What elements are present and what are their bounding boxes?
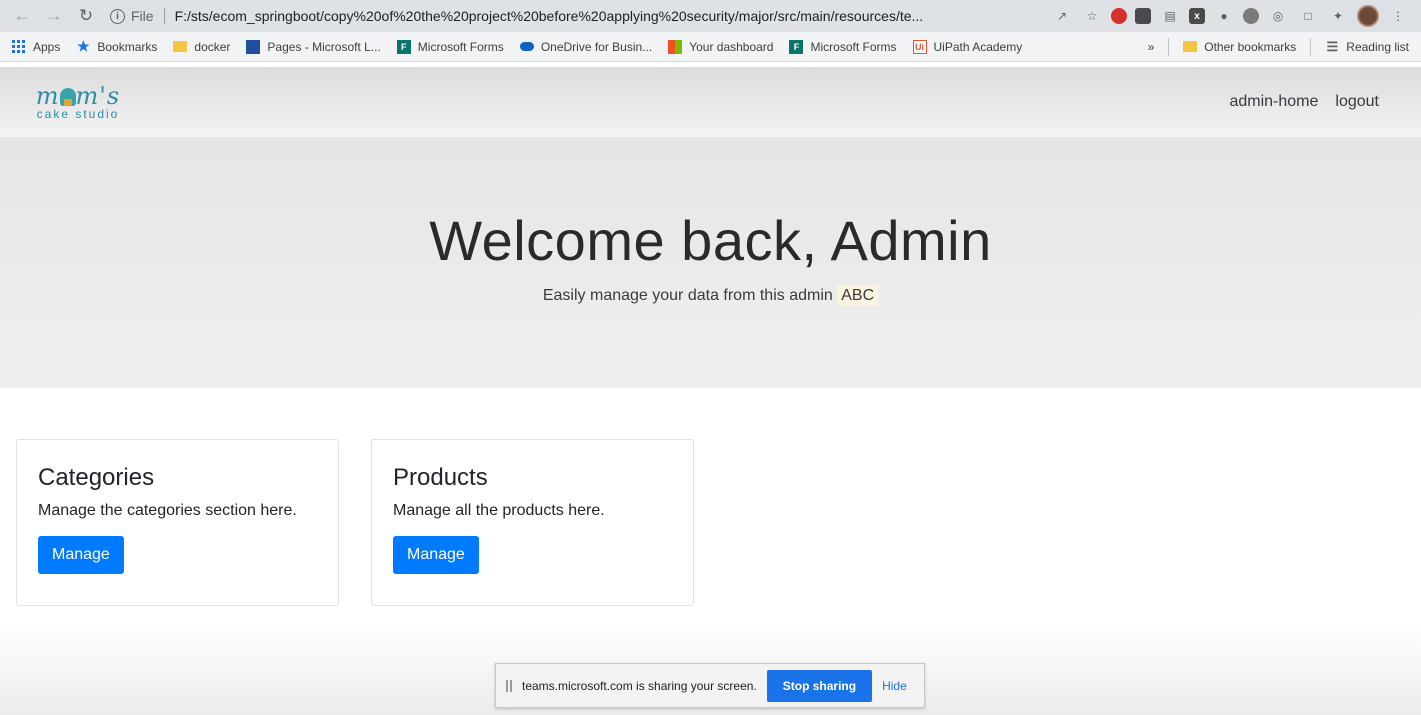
bookmark-label: OneDrive for Busin... (540, 39, 653, 54)
more-bookmarks-button[interactable]: » (1148, 40, 1155, 54)
uipath-icon: Ui (912, 39, 927, 54)
info-icon: i (110, 8, 125, 24)
hide-button[interactable]: Hide (882, 679, 907, 693)
products-card: Products Manage all the products here. M… (371, 439, 694, 606)
menu-icon[interactable]: ⋮ (1387, 5, 1409, 27)
manage-categories-button[interactable]: Manage (38, 536, 124, 574)
stop-sharing-button[interactable]: Stop sharing (766, 669, 873, 702)
nav-links: admin-home logout (1229, 93, 1379, 111)
bookmark-docker[interactable]: docker (173, 40, 230, 54)
extension-icon[interactable] (1243, 8, 1259, 24)
other-bookmarks-label: Other bookmarks (1204, 39, 1297, 54)
document-icon[interactable]: ▤ (1159, 5, 1181, 27)
admin-home-link[interactable]: admin-home (1229, 93, 1318, 111)
card-row: Categories Manage the categories section… (0, 388, 1421, 606)
bookmark-pages[interactable]: Pages - Microsoft L... (246, 39, 381, 54)
x-extension-icon[interactable]: x (1189, 8, 1205, 24)
bookmarks-bar: Apps ★ Bookmarks docker Pages - Microsof… (0, 32, 1421, 62)
cupcake-icon (59, 88, 76, 106)
hero-jumbotron: Welcome back, Admin Easily manage your d… (0, 137, 1421, 388)
folder-icon (173, 41, 188, 52)
logo-subtitle: cake studio (36, 107, 120, 121)
card-title: Products (393, 464, 488, 491)
bookmark-label: UiPath Academy (933, 39, 1023, 54)
extension-icon[interactable]: ◎ (1267, 5, 1289, 27)
site-info[interactable]: i File (110, 8, 165, 24)
folder-icon (1183, 41, 1198, 52)
forward-icon[interactable]: → (40, 2, 68, 30)
onedrive-icon (519, 42, 534, 51)
logout-link[interactable]: logout (1335, 93, 1379, 111)
hero-subtitle-text: Easily manage your data from this admin (542, 287, 833, 304)
card-text: Manage all the products here. (393, 502, 605, 519)
drag-handle-icon[interactable] (506, 679, 512, 692)
bookmark-uipath[interactable]: Ui UiPath Academy (912, 39, 1023, 54)
back-icon[interactable]: ← (8, 2, 36, 30)
web-page: m m's cake studio admin-home logout Welco… (0, 67, 1421, 715)
bookmark-onedrive[interactable]: OneDrive for Busin... (519, 39, 653, 54)
card-title: Categories (38, 464, 155, 491)
reading-list-icon: ☰ (1326, 38, 1339, 54)
bookmark-apps[interactable]: Apps (12, 39, 61, 54)
page-title: Welcome back, Admin (429, 209, 992, 272)
star-icon[interactable]: ☆ (1081, 5, 1103, 27)
divider (1168, 37, 1170, 56)
reload-icon[interactable]: ↻ (72, 2, 100, 30)
puzzle-icon[interactable]: ✦ (1327, 5, 1349, 27)
categories-card: Categories Manage the categories section… (16, 439, 339, 606)
star-icon: ★ (77, 38, 90, 54)
extension-icon[interactable]: ● (1213, 5, 1235, 27)
bookmark-label: docker (194, 39, 231, 54)
site-navbar: m m's cake studio admin-home logout (0, 67, 1421, 137)
profile-avatar[interactable] (1357, 5, 1379, 27)
bookmark-bookmarks[interactable]: ★ Bookmarks (76, 38, 158, 54)
bookmark-label: Bookmarks (97, 39, 158, 54)
apps-grid-icon (12, 39, 26, 54)
bookmarks-right: » Other bookmarks ☰ Reading list (1148, 37, 1409, 56)
browser-toolbar: ← → ↻ i File F:/sts/ecom_springboot/copy… (0, 0, 1421, 32)
address-bar[interactable]: i File F:/sts/ecom_springboot/copy%20of%… (110, 3, 1041, 29)
bookmark-dashboard[interactable]: Your dashboard (668, 39, 774, 54)
logo-main: m m's (35, 82, 121, 110)
bookmark-label: Your dashboard (689, 39, 774, 54)
bookmark-forms-2[interactable]: F Microsoft Forms (789, 39, 897, 54)
bookmark-label: Microsoft Forms (810, 39, 897, 54)
bookmark-forms[interactable]: F Microsoft Forms (396, 39, 504, 54)
admin-name-highlight: ABC (837, 285, 879, 306)
bookmark-label: Microsoft Forms (417, 39, 504, 54)
reading-list-label: Reading list (1346, 39, 1409, 54)
hero-subtitle: Easily manage your data from this admin … (0, 285, 1421, 306)
manage-products-button[interactable]: Manage (393, 536, 479, 574)
extensions-area: ↗ ☆ ▤ x ● ◎ □ ✦ ⋮ (1051, 5, 1413, 27)
divider (1310, 37, 1312, 56)
screen-share-bar: teams.microsoft.com is sharing your scre… (495, 663, 925, 708)
site-logo[interactable]: m m's cake studio (32, 83, 124, 121)
forms-icon: F (396, 39, 411, 54)
url-scheme-label: File (131, 8, 154, 24)
bookmark-label: Apps (33, 39, 61, 54)
other-bookmarks[interactable]: Other bookmarks (1183, 40, 1296, 54)
share-message: teams.microsoft.com is sharing your scre… (522, 678, 757, 693)
extension-icon[interactable]: □ (1297, 5, 1319, 27)
extension-icon[interactable] (1135, 8, 1151, 24)
share-icon[interactable]: ↗ (1051, 5, 1073, 27)
card-text: Manage the categories section here. (38, 502, 297, 519)
bookmark-label: Pages - Microsoft L... (267, 39, 381, 54)
pages-icon (246, 39, 261, 54)
opera-icon[interactable] (1111, 8, 1127, 24)
reading-list[interactable]: ☰ Reading list (1325, 38, 1409, 54)
windows-icon (668, 39, 683, 54)
forms-icon: F (789, 39, 804, 54)
url-text[interactable]: F:/sts/ecom_springboot/copy%20of%20the%2… (175, 8, 924, 24)
